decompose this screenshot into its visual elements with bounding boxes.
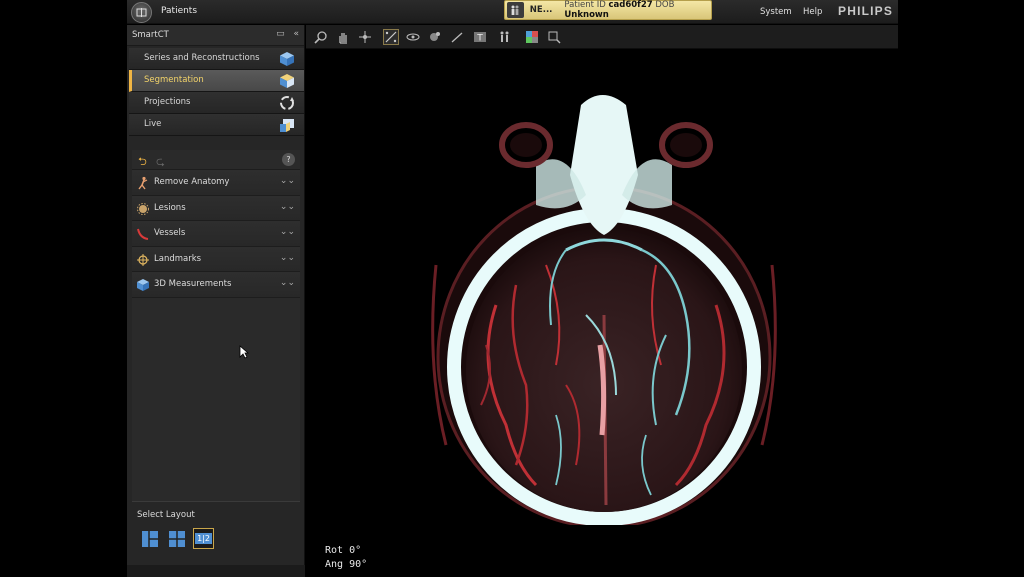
angulation-readout: Ang 90° <box>325 559 368 570</box>
patient-name: NE... <box>529 5 553 15</box>
orientation-figure-icon[interactable] <box>498 30 512 44</box>
system-menu[interactable]: System <box>760 7 792 17</box>
live-cube-icon <box>280 119 294 132</box>
layout-selector: Select Layout 1|2 <box>132 501 300 561</box>
layout-grid-icon[interactable] <box>168 530 186 548</box>
pan-hand-icon[interactable] <box>336 30 350 44</box>
rotate-icon[interactable] <box>406 30 420 44</box>
text-annotation-icon[interactable]: T <box>473 30 487 44</box>
nav-label: Series and Reconstructions <box>144 53 260 63</box>
cube-stack-icon <box>280 52 294 66</box>
sculpt-icon[interactable] <box>428 30 442 44</box>
panel-header: SmartCT ▭ « <box>127 25 304 46</box>
patients-tab[interactable]: Patients <box>161 6 197 16</box>
tool-label: Vessels <box>154 228 186 238</box>
rotation-readout: Rot 0° <box>325 545 362 556</box>
tool-label: Landmarks <box>154 253 202 264</box>
nav-label: Segmentation <box>144 75 204 85</box>
tool-label: Lesions <box>154 202 186 213</box>
panel-controls: ▭ « <box>270 29 299 39</box>
nav-projections[interactable]: Projections <box>129 92 304 114</box>
vessel-icon <box>137 228 149 240</box>
help-icon[interactable]: ? <box>282 153 295 166</box>
collapse-panel-icon[interactable]: « <box>293 29 299 39</box>
home-icon <box>136 8 147 17</box>
figure-icon <box>138 176 148 190</box>
viewer-toolbar: T <box>306 25 898 49</box>
tool-lesions[interactable]: Lesions ⌄⌄ <box>132 195 300 221</box>
tool-vessels[interactable]: Vessels ⌄⌄ <box>132 221 300 247</box>
tool-label: 3D Measurements <box>154 279 232 289</box>
nav-segmentation[interactable]: Segmentation <box>129 70 304 92</box>
minimize-icon[interactable]: ▭ <box>276 29 285 39</box>
home-button[interactable] <box>131 2 152 23</box>
patient-figure-icon <box>507 2 524 18</box>
smartct-panel: SmartCT ▭ « Series and Reconstructions S… <box>127 25 305 577</box>
crosshair-icon <box>137 253 149 266</box>
move-icon[interactable] <box>358 30 372 44</box>
panel-title: SmartCT <box>132 30 169 40</box>
patient-id-label: Patient ID cad60f27 DOB Unknown <box>564 0 711 20</box>
patient-info-bar[interactable]: NE... Patient ID cad60f27 DOB Unknown <box>504 0 712 20</box>
color-map-icon[interactable] <box>525 30 539 44</box>
measure-line-icon[interactable] <box>450 30 464 44</box>
chevron-down-icon[interactable]: ⌄⌄ <box>280 253 295 263</box>
help-menu[interactable]: Help <box>803 7 822 17</box>
top-bar: Patients NE... Patient ID cad60f27 DOB U… <box>127 0 898 24</box>
chevron-down-icon[interactable]: ⌄⌄ <box>280 227 295 237</box>
dob-caption: DOB <box>655 0 675 10</box>
dob-value: Unknown <box>564 10 609 20</box>
undo-redo-row: ⮌ ⮎ ? <box>132 150 300 170</box>
bottom-strip <box>127 565 305 577</box>
window-level-icon[interactable] <box>383 29 399 45</box>
patient-id-value: cad60f27 <box>608 0 653 10</box>
image-viewer[interactable]: T Rot 0° Ang 90° <box>306 25 898 577</box>
layout-title: Select Layout <box>137 510 195 520</box>
layout-split-icon[interactable] <box>141 530 159 548</box>
task-nav: Series and Reconstructions Segmentation … <box>127 48 304 136</box>
nav-series-reconstructions[interactable]: Series and Reconstructions <box>129 48 304 70</box>
layout-single-button[interactable]: 1|2 <box>193 528 214 549</box>
brand-logo: PHILIPS <box>838 4 894 18</box>
tool-label: Remove Anatomy <box>154 177 230 187</box>
mouse-cursor-icon <box>239 345 249 359</box>
zoom-icon[interactable] <box>314 30 328 44</box>
lesion-icon <box>137 202 149 215</box>
cube-measure-icon <box>137 279 149 291</box>
nav-label: Projections <box>144 97 191 107</box>
tool-remove-anatomy[interactable]: Remove Anatomy ⌄⌄ <box>132 170 300 196</box>
tool-landmarks[interactable]: Landmarks ⌄⌄ <box>132 246 300 272</box>
chevron-down-icon[interactable]: ⌄⌄ <box>280 176 295 186</box>
chevron-down-icon[interactable]: ⌄⌄ <box>280 202 295 212</box>
ct-scan-image[interactable] <box>416 85 786 525</box>
segmentation-tools: ⮌ ⮎ ? Remove Anatomy ⌄⌄ Lesions ⌄⌄ Vesse… <box>132 150 300 502</box>
nav-live[interactable]: Live <box>129 114 304 136</box>
reset-view-icon[interactable] <box>547 30 561 44</box>
svg-text:T: T <box>476 34 483 44</box>
patient-id-caption: Patient ID <box>564 0 606 10</box>
tool-3d-measurements[interactable]: 3D Measurements ⌄⌄ <box>132 272 300 298</box>
rotate-arrows-icon <box>280 96 294 110</box>
nav-label: Live <box>144 119 162 129</box>
chevron-down-icon[interactable]: ⌄⌄ <box>280 278 295 288</box>
layout-single-label: 1|2 <box>195 533 212 544</box>
cube-segment-icon <box>280 74 294 88</box>
